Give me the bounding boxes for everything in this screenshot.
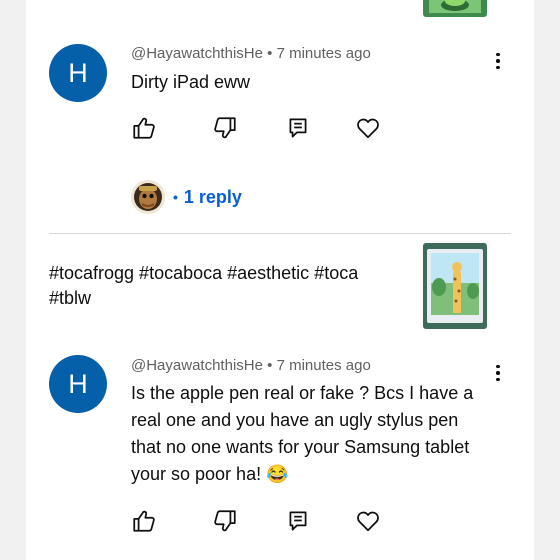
comment-2-avatar[interactable]: H — [49, 355, 107, 413]
divider — [49, 233, 511, 234]
comment-1-time: 7 minutes ago — [276, 45, 371, 62]
comment-2-reply-button[interactable] — [285, 508, 311, 534]
comments-panel: H @HayawatchthisHe • 7 minutes ago Dirty… — [26, 0, 534, 560]
replies-link[interactable]: • 1 reply — [173, 187, 242, 208]
reply-author-avatar — [131, 180, 165, 214]
comment-2-more-vert-icon[interactable] — [488, 361, 508, 385]
replies-separator: • — [173, 189, 178, 205]
thumb-down-icon — [214, 117, 236, 139]
thumb-up-icon — [133, 510, 155, 532]
comment-2-like-button[interactable] — [131, 508, 157, 534]
heart-icon — [357, 511, 379, 532]
comment-2-dislike-button[interactable] — [212, 508, 238, 534]
replies-label: 1 reply — [183, 186, 242, 207]
comment-2-time: 7 minutes ago — [276, 357, 371, 374]
comment-1-like-button[interactable] — [131, 115, 157, 141]
video-thumbnail-top[interactable] — [423, 0, 487, 17]
comment-1-meta: @HayawatchthisHe • 7 minutes ago — [131, 45, 371, 62]
comment-1-reply-button[interactable] — [285, 115, 311, 141]
comment-1-author[interactable]: @HayawatchthisHe — [131, 45, 263, 62]
reply-icon — [289, 511, 307, 531]
comment-2-author[interactable]: @HayawatchthisHe — [131, 357, 263, 374]
comment-1-heart-button[interactable] — [355, 115, 381, 141]
comment-2-text: Is the apple pen real or fake ? Bcs I ha… — [131, 383, 474, 484]
heart-icon — [357, 118, 379, 139]
video-thumbnail[interactable] — [423, 243, 487, 329]
comment-1-replies[interactable]: • 1 reply — [131, 179, 242, 215]
avatar-letter: H — [68, 368, 88, 399]
comment-1-dislike-button[interactable] — [212, 115, 238, 141]
comment-2-meta: @HayawatchthisHe • 7 minutes ago — [131, 357, 371, 374]
comment-1-more-vert-icon[interactable] — [488, 49, 508, 73]
video-thumbnail-image — [423, 243, 487, 329]
thumb-down-icon — [214, 510, 236, 532]
avatar-letter: H — [68, 57, 88, 88]
comment-1-avatar[interactable]: H — [49, 44, 107, 102]
video-thumbnail-image — [423, 0, 487, 17]
reply-icon — [289, 118, 307, 138]
meta-separator: • — [267, 45, 273, 62]
video-hashtags[interactable]: #tocafrogg #tocaboca #aesthetic #toca #t… — [49, 261, 399, 311]
comment-2-heart-button[interactable] — [355, 508, 381, 534]
meta-separator: • — [267, 357, 273, 374]
comment-1-text: Dirty iPad eww — [131, 72, 251, 92]
thumb-up-icon — [133, 117, 155, 139]
